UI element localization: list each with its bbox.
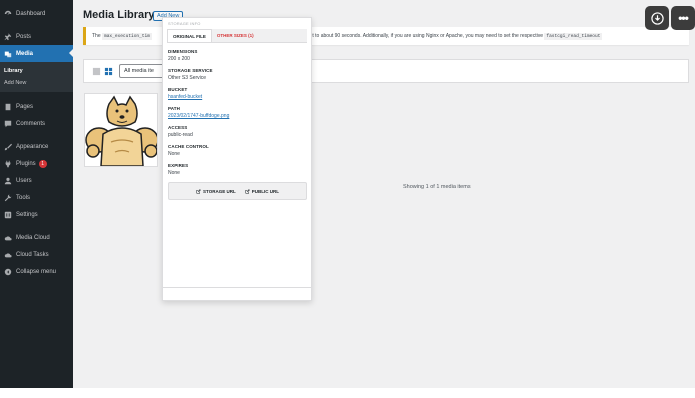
sidebar-item-label: Posts — [16, 33, 32, 40]
public-url-button[interactable]: PUBLIC URL — [245, 189, 279, 194]
field-access: ACCESS public-read — [168, 125, 307, 138]
sidebar-item-label: Appearance — [16, 143, 49, 150]
popup-divider — [163, 287, 311, 288]
list-view-icon[interactable] — [92, 67, 101, 76]
grid-view-icon[interactable] — [104, 67, 113, 76]
bucket-link[interactable]: hsanfed-bucket — [168, 94, 307, 100]
sidebar-item-settings[interactable]: Settings — [0, 206, 73, 223]
media-type-filter[interactable]: All media ite — [119, 64, 167, 78]
notice-text: ld set it to about 90 seconds. Additiona… — [297, 33, 543, 39]
sidebar-item-cloud-tasks[interactable]: Cloud Tasks — [0, 246, 73, 263]
external-link-icon — [245, 189, 250, 193]
sidebar-item-media-cloud[interactable]: Media Cloud — [0, 229, 73, 246]
storage-url-label: STORAGE URL — [203, 188, 236, 194]
field-storage-service: STORAGE SERVICE Other S3 Service — [168, 68, 307, 81]
tab-original-file[interactable]: ORIGINAL FILE — [167, 29, 212, 42]
media-thumbnail[interactable] — [84, 93, 158, 167]
field-label: PATH — [168, 106, 180, 111]
sidebar-item-dashboard[interactable]: Dashboard — [0, 5, 73, 22]
brush-icon — [4, 143, 12, 151]
field-label: CACHE CONTROL — [168, 144, 209, 149]
sidebar-item-label: Comments — [16, 120, 46, 127]
page-title: Media Library — [83, 9, 155, 21]
sidebar-item-plugins[interactable]: Plugins 1 — [0, 155, 73, 172]
submenu-item-add-new[interactable]: Add New — [0, 77, 73, 89]
buff-doge-image — [85, 94, 157, 166]
notice-code-fastcgi: fastcgi_read_timeout — [544, 32, 603, 40]
field-bucket: BUCKET hsanfed-bucket — [168, 87, 307, 100]
public-url-label: PUBLIC URL — [251, 188, 279, 194]
sidebar-item-label: Plugins — [16, 160, 36, 167]
sidebar-item-label: Users — [16, 177, 32, 184]
field-value: public-read — [168, 132, 193, 138]
field-dimensions: DIMENSIONS 200 x 200 — [168, 49, 307, 62]
field-label: EXPIRES — [168, 163, 189, 168]
sidebar-collapse-menu[interactable]: Collapse menu — [0, 263, 73, 280]
download-button[interactable] — [645, 6, 669, 30]
sidebar-item-label: Media — [16, 50, 34, 57]
field-expires: EXPIRES None — [168, 163, 307, 176]
sidebar-item-label: Dashboard — [16, 10, 46, 17]
settings-icon — [4, 211, 12, 219]
media-submenu: Library Add New — [0, 62, 73, 92]
sidebar-item-posts[interactable]: Posts — [0, 28, 73, 45]
field-label: STORAGE SERVICE — [168, 68, 213, 73]
sidebar-item-users[interactable]: Users — [0, 172, 73, 189]
popup-header: STORAGE INFO — [168, 21, 201, 26]
popup-body: DIMENSIONS 200 x 200 STORAGE SERVICE Oth… — [163, 43, 311, 200]
url-buttons: STORAGE URL PUBLIC URL — [168, 182, 307, 200]
update-count-badge: 1 — [38, 159, 47, 168]
sidebar-item-label: Cloud Tasks — [16, 251, 49, 258]
sidebar-item-pages[interactable]: Pages — [0, 98, 73, 115]
wrench-icon — [4, 194, 12, 202]
submenu-item-library[interactable]: Library — [0, 65, 73, 77]
ellipsis-icon: ••• — [678, 11, 689, 25]
field-value: None — [168, 151, 180, 157]
sidebar-item-label: Pages — [16, 103, 34, 110]
page-icon — [4, 103, 12, 111]
user-icon — [4, 177, 12, 185]
field-cache-control: CACHE CONTROL None — [168, 144, 307, 157]
external-link-icon — [196, 189, 201, 193]
field-label: ACCESS — [168, 125, 188, 130]
field-label: BUCKET — [168, 87, 188, 92]
dashboard-icon — [4, 10, 12, 18]
sidebar-item-appearance[interactable]: Appearance — [0, 138, 73, 155]
pin-icon — [4, 33, 12, 41]
field-label: DIMENSIONS — [168, 49, 198, 54]
media-count-status: Showing 1 of 1 media items — [403, 184, 471, 190]
field-value: 200 x 200 — [168, 56, 190, 62]
field-value: None — [168, 170, 180, 176]
comment-icon — [4, 120, 12, 128]
storage-url-button[interactable]: STORAGE URL — [196, 189, 236, 194]
sidebar-item-label: Settings — [16, 211, 38, 218]
tasks-icon — [4, 251, 12, 259]
admin-sidebar: Dashboard Posts Media Library Add New Pa… — [0, 0, 73, 388]
sidebar-item-label: Tools — [16, 194, 31, 201]
popup-tabs: ORIGINAL FILE OTHER SIZES (1) — [167, 29, 307, 43]
tab-other-sizes[interactable]: OTHER SIZES (1) — [212, 29, 259, 42]
sidebar-item-media[interactable]: Media — [0, 45, 73, 62]
sidebar-item-tools[interactable]: Tools — [0, 189, 73, 206]
plug-icon — [4, 160, 12, 168]
path-link[interactable]: 2023/02/1747-buffdoge.png — [168, 113, 307, 119]
sidebar-item-label: Collapse menu — [16, 268, 57, 275]
download-icon — [650, 11, 664, 25]
sidebar-item-label: Media Cloud — [16, 234, 50, 241]
collapse-icon — [4, 268, 12, 276]
media-icon — [4, 50, 12, 58]
field-value: Other S3 Service — [168, 75, 207, 81]
storage-info-popup: STORAGE INFO ORIGINAL FILE OTHER SIZES (… — [162, 17, 312, 301]
more-options-button[interactable]: ••• — [671, 6, 695, 30]
cloud-icon — [4, 234, 12, 242]
notice-prefix: The — [92, 33, 101, 39]
notice-code-max-execution: max_execution_tim — [102, 32, 152, 40]
sidebar-item-comments[interactable]: Comments — [0, 115, 73, 132]
field-path: PATH 2023/02/1747-buffdoge.png — [168, 106, 307, 119]
